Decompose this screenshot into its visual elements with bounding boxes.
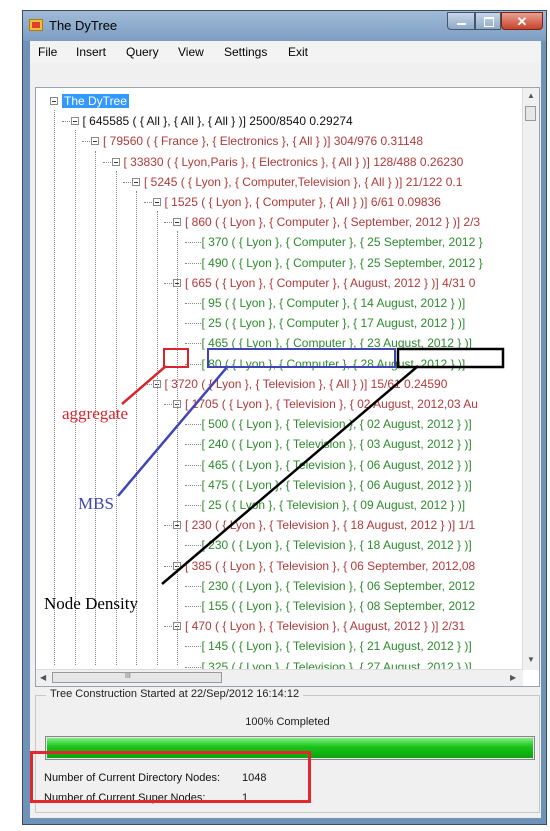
- tree-leaf-node[interactable]: [ 240 ( { Lyon }, { Television }, { 03 A…: [202, 437, 472, 451]
- vertical-scrollbar[interactable]: ▲ ▼: [522, 88, 539, 670]
- tree-leaf-node[interactable]: [ 80 ( { Lyon }, { Computer }, { 28 Augu…: [202, 357, 466, 371]
- tree-guide-line: [177, 231, 178, 665]
- collapse-icon[interactable]: [173, 218, 181, 227]
- tree-guide-line: [54, 110, 55, 665]
- tree-connector: [184, 424, 201, 426]
- tree-leaf-node[interactable]: [ 25 ( { Lyon }, { Computer }, { 17 Augu…: [202, 316, 466, 330]
- tree-connector: [184, 585, 201, 587]
- app-icon: [29, 19, 43, 31]
- tree-connector: [143, 202, 152, 203]
- tree-leaf-node[interactable]: [ 25 ( { Lyon }, { Television }, { 09 Au…: [202, 498, 466, 512]
- scroll-right-icon[interactable]: ▶: [510, 673, 516, 682]
- tree-connector: [184, 444, 201, 446]
- tree-connector: [164, 404, 172, 405]
- menu-exit[interactable]: Exit: [288, 45, 308, 59]
- tree-connector: [61, 121, 70, 123]
- node-density-label: Node Density: [44, 594, 138, 613]
- tree-node[interactable]: [ 79560 ( { France }, { Electronics }, {…: [103, 134, 423, 148]
- tree-node[interactable]: [ 470 ( { Lyon }, { Television }, { Augu…: [185, 619, 465, 633]
- tree-node[interactable]: [ 1525 ( { Lyon }, { Computer }, { All }…: [165, 195, 441, 209]
- tree-connector: [102, 161, 111, 163]
- tree-connector: [184, 303, 201, 304]
- tree-connector: [184, 323, 201, 325]
- tree-node[interactable]: [ 385 ( { Lyon }, { Television }, { 06 S…: [185, 559, 475, 573]
- tree-leaf-node[interactable]: [ 465 ( { Lyon }, { Computer }, { 23 Aug…: [202, 336, 472, 350]
- tree-node[interactable]: [ 5245 ( { Lyon }, { Computer,Television…: [144, 175, 462, 189]
- menu-bar: File Insert Query View Settings Exit: [30, 41, 541, 63]
- menu-file[interactable]: File: [38, 45, 57, 59]
- menu-settings[interactable]: Settings: [224, 45, 267, 59]
- close-icon: ✕: [516, 14, 528, 29]
- scroll-left-icon[interactable]: ◀: [40, 673, 46, 682]
- tree-leaf-node[interactable]: [ 230 ( { Lyon }, { Television }, { 06 S…: [202, 579, 476, 593]
- title-bar[interactable]: The DyTree ✕: [23, 11, 546, 41]
- menu-insert[interactable]: Insert: [76, 45, 106, 59]
- tree-connector: [184, 242, 201, 244]
- tree-node[interactable]: The DyTree: [62, 94, 129, 108]
- tree-leaf-node[interactable]: [ 230 ( { Lyon }, { Television }, { 18 A…: [202, 538, 472, 552]
- tree-connector: [184, 505, 201, 506]
- tree-connector: [184, 262, 201, 264]
- tree-connector: [164, 525, 172, 527]
- close-button[interactable]: ✕: [501, 12, 543, 30]
- client-area: The DyTree [ 645585 ( { All }, { All }, {…: [30, 63, 541, 818]
- scroll-up-icon[interactable]: ▲: [527, 91, 535, 100]
- tree-node[interactable]: [ 3720 ( { Lyon }, { Television }, { All…: [165, 377, 448, 391]
- window-title: The DyTree: [49, 18, 118, 33]
- tree-connector: [123, 181, 131, 183]
- tree-node[interactable]: [ 860 ( { Lyon }, { Computer }, { Septem…: [185, 215, 480, 229]
- collapse-icon[interactable]: [132, 177, 140, 186]
- tree-leaf-node[interactable]: [ 370 ( { Lyon }, { Computer }, { 25 Sep…: [202, 235, 483, 249]
- tree-leaf-node[interactable]: [ 500 ( { Lyon }, { Television }, { 02 A…: [202, 417, 472, 431]
- collapse-icon[interactable]: [70, 117, 79, 126]
- minimize-button[interactable]: [447, 12, 475, 30]
- vertical-scroll-thumb[interactable]: [525, 106, 536, 121]
- tree-connector: [184, 606, 201, 607]
- tree-leaf-node[interactable]: [ 95 ( { Lyon }, { Computer }, { 14 Augu…: [202, 296, 466, 310]
- tree-leaf-node[interactable]: [ 475 ( { Lyon }, { Television }, { 06 A…: [202, 478, 472, 492]
- tree-connector: [184, 484, 201, 486]
- tree-node[interactable]: [ 230 ( { Lyon }, { Television }, { 18 A…: [185, 518, 475, 532]
- tree-connector: [164, 282, 172, 284]
- tree-node[interactable]: [ 1705 ( { Lyon }, { Television }, { 02 …: [185, 397, 478, 411]
- tree-connector: [164, 222, 172, 224]
- collapse-icon[interactable]: [91, 137, 99, 146]
- tree-connector: [143, 383, 152, 385]
- tree-connector: [164, 565, 172, 567]
- mbs-label: MBS: [78, 494, 114, 513]
- menu-view[interactable]: View: [178, 45, 204, 59]
- collapse-icon[interactable]: [111, 157, 120, 166]
- tree-connector: [184, 545, 201, 547]
- tree-guide-line: [74, 130, 76, 665]
- collapse-icon[interactable]: [152, 198, 161, 206]
- tree-connector: [184, 666, 201, 668]
- tree-connector: [82, 141, 90, 143]
- tree-leaf-node[interactable]: [ 490 ( { Lyon }, { Computer }, { 25 Sep…: [202, 256, 483, 270]
- tree-leaf-node[interactable]: [ 145 ( { Lyon }, { Television }, { 21 A…: [202, 639, 472, 653]
- scroll-grip: III: [125, 673, 131, 680]
- tree-connector: [184, 464, 201, 466]
- tree-connector: [184, 646, 201, 648]
- completion-status: 100% Completed: [245, 716, 330, 728]
- menu-query[interactable]: Query: [126, 45, 159, 59]
- horizontal-scroll-thumb[interactable]: III: [52, 672, 222, 683]
- node-count-highlight-box: [30, 751, 311, 803]
- tree-connector: [184, 343, 201, 345]
- tree-node[interactable]: [ 645585 ( { All }, { All }, { All } )] …: [83, 114, 353, 128]
- tree-node[interactable]: [ 33830 ( { Lyon,Paris }, { Electronics …: [124, 155, 464, 169]
- maximize-button[interactable]: [475, 12, 501, 30]
- tree-connector: [184, 363, 201, 365]
- construction-start-label: Tree Construction Started at 22/Sep/2012…: [46, 688, 304, 700]
- tree-leaf-node[interactable]: [ 465 ( { Lyon }, { Television }, { 06 A…: [202, 458, 472, 472]
- tree-guide-line: [156, 211, 158, 665]
- collapse-icon[interactable]: [50, 97, 58, 105]
- horizontal-scrollbar[interactable]: ◀ III ▶: [36, 669, 523, 686]
- aggregate-label: aggregate: [62, 404, 129, 423]
- tree-node[interactable]: [ 665 ( { Lyon }, { Computer }, { August…: [185, 276, 475, 290]
- tree-connector: [164, 626, 172, 628]
- tree-leaf-node[interactable]: [ 155 ( { Lyon }, { Television }, { 08 S…: [202, 599, 476, 613]
- scroll-down-icon[interactable]: ▼: [527, 655, 535, 664]
